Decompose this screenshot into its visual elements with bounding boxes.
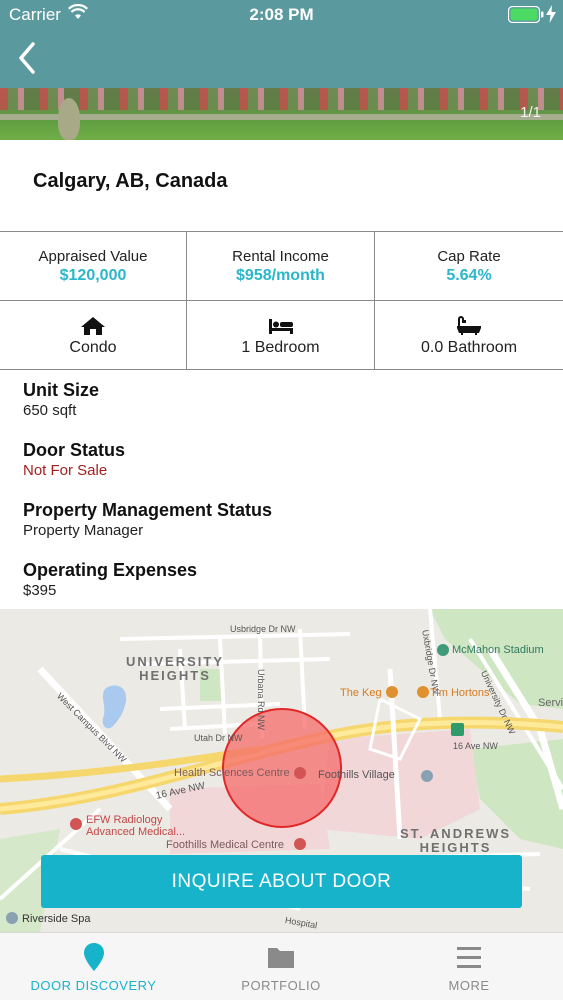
stat-value: $120,000 — [59, 267, 127, 284]
map-label: The Keg — [340, 687, 382, 699]
stat-value: $958/month — [236, 267, 325, 284]
detail-title: Property Management Status — [23, 500, 273, 520]
map-label: McMahon Stadium — [452, 644, 544, 656]
map-label: UNIVERSITY HEIGHTS — [126, 654, 225, 683]
cap-rate-cell: Cap Rate 5.64% — [375, 232, 563, 301]
property-photo[interactable] — [0, 88, 563, 140]
map-label: ST. ANDREWS HEIGHTS — [400, 826, 512, 855]
map-label: Foothills Village — [318, 769, 395, 781]
feature-label: 0.0 Bathroom — [420, 339, 518, 356]
map-label: Foothills Medical Centre — [166, 839, 284, 851]
rental-income-cell: Rental Income $958/month — [187, 232, 375, 301]
appraised-value-cell: Appraised Value $120,000 — [0, 232, 187, 301]
detail-title: Door Status — [23, 440, 126, 460]
detail-value: Property Manager — [23, 522, 144, 539]
map-label: Servi — [538, 697, 563, 709]
menu-icon — [457, 947, 481, 968]
management-status-detail: Property Management Status Property Mana… — [23, 500, 543, 560]
map-label: Riverside Spa — [22, 913, 91, 925]
map-label: 16 Ave NW — [453, 741, 498, 751]
chevron-left-icon — [19, 42, 35, 74]
map-label: Health Sciences Centre — [174, 767, 290, 779]
nav-header: Carrier 2:08 PM — [0, 0, 563, 88]
door-status-value: Not For Sale — [23, 462, 108, 479]
status-time: 2:08 PM — [249, 5, 314, 24]
stat-label: Rental Income — [232, 248, 329, 265]
back-button[interactable] — [14, 40, 44, 76]
house-icon — [81, 317, 105, 335]
tab-label: DOOR DISCOVERY — [30, 978, 157, 993]
unit-size-detail: Unit Size 650 sqft — [23, 380, 543, 440]
property-location: Calgary, AB, Canada — [33, 170, 228, 192]
detail-value: $395 — [23, 582, 57, 599]
tab-label: MORE — [448, 978, 490, 993]
status-bar: Carrier 2:08 PM — [0, 0, 563, 30]
map-label: EFW Radiology Advanced Medical... — [86, 814, 186, 838]
feature-label: 1 Bedroom — [241, 339, 320, 356]
inquire-button[interactable]: INQUIRE ABOUT DOOR — [41, 855, 522, 908]
battery-icon — [508, 6, 544, 23]
detail-value: 650 sqft — [23, 402, 77, 419]
tab-door-discovery[interactable]: DOOR DISCOVERY — [0, 933, 187, 1000]
tab-more[interactable]: MORE — [375, 933, 563, 1000]
map-pin-icon — [83, 943, 104, 971]
stat-label: Cap Rate — [437, 248, 501, 265]
bathrooms-cell: 0.0 Bathroom — [375, 301, 563, 369]
map-label: Urbana Rd NW — [256, 669, 266, 731]
stat-label: Appraised Value — [38, 248, 148, 265]
bed-icon — [268, 319, 293, 334]
photo-counter: 1/1 — [520, 104, 541, 121]
tab-label: PORTFOLIO — [241, 978, 321, 993]
door-status-detail: Door Status Not For Sale — [23, 440, 543, 500]
property-type-cell: Condo — [0, 301, 187, 369]
map-label: Usbridge Dr NW — [230, 624, 296, 634]
property-details: Unit Size 650 sqft Door Status Not For S… — [23, 380, 543, 620]
feature-label: Condo — [69, 339, 117, 356]
detail-title: Unit Size — [23, 380, 100, 400]
map-label: Tim Hortons — [430, 687, 490, 699]
tab-portfolio[interactable]: PORTFOLIO — [187, 933, 375, 1000]
folder-icon — [268, 948, 294, 968]
bathtub-icon — [457, 316, 481, 335]
property-features: Condo 1 Bedroom 0.0 Bathroom — [0, 300, 563, 370]
detail-title: Operating Expenses — [23, 560, 198, 580]
map-label: Utah Dr NW — [194, 733, 243, 743]
charging-icon — [546, 5, 556, 23]
financial-stats: Appraised Value $120,000 Rental Income $… — [0, 231, 563, 301]
tab-bar: DOOR DISCOVERY PORTFOLIO MORE — [0, 932, 563, 1000]
stat-value: 5.64% — [446, 267, 492, 284]
bedrooms-cell: 1 Bedroom — [187, 301, 375, 369]
